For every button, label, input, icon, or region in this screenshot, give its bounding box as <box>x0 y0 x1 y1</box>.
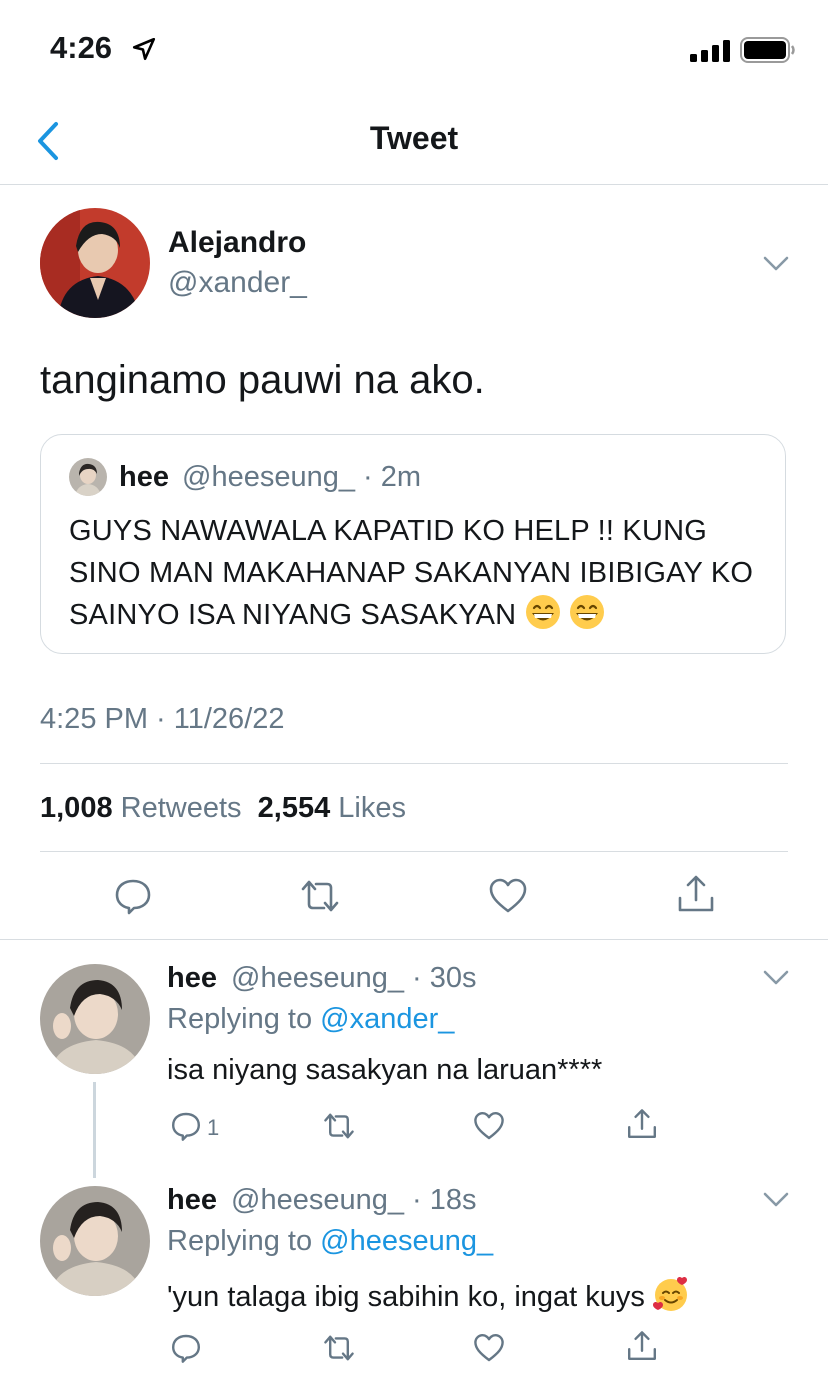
chevron-down-icon[interactable] <box>762 255 790 273</box>
quoted-tweet-text: GUYS NAWAWALA KAPATID KO HELP !! KUNG SI… <box>69 510 769 636</box>
reply-icon[interactable] <box>170 1332 202 1364</box>
stats-divider-bottom <box>40 851 788 852</box>
location-arrow-icon <box>132 37 156 61</box>
smiling-face-with-hearts-icon <box>652 1276 687 1311</box>
replying-to-prefix: Replying to <box>167 1003 313 1035</box>
avatar-hee-small <box>69 458 107 496</box>
likes-count[interactable]: 2,554 <box>258 792 331 824</box>
avatar-hee[interactable] <box>40 1186 150 1296</box>
like-heart-icon[interactable] <box>473 1332 505 1364</box>
chevron-down-icon[interactable] <box>762 1191 790 1209</box>
reply-handle-time[interactable]: @heeseung_ · 18s <box>231 1184 477 1217</box>
reply-icon[interactable] <box>113 876 153 916</box>
replying-to-mention[interactable]: @heeseung_ <box>320 1225 493 1257</box>
page-title: Tweet <box>369 120 459 156</box>
reply-author-name[interactable]: hee <box>167 962 217 995</box>
retweets-label[interactable]: Retweets <box>121 792 242 824</box>
reply-text: isa niyang sasakyan na laruan**** <box>167 1054 603 1086</box>
replying-to-prefix: Replying to <box>167 1225 313 1257</box>
status-time: 4:26 <box>50 30 113 65</box>
reply-author-name[interactable]: hee <box>167 1184 217 1217</box>
quoted-text-content: GUYS NAWAWALA KAPATID KO HELP !! KUNG SI… <box>69 515 754 631</box>
section-divider <box>0 939 828 940</box>
thread-connector-line <box>93 1082 96 1178</box>
reply-icon[interactable] <box>170 1110 202 1142</box>
retweet-icon[interactable] <box>300 876 340 916</box>
replying-to: Replying to @heeseung_ <box>167 1225 493 1258</box>
quoted-author-name: hee <box>119 461 169 493</box>
stats-divider-top <box>40 763 788 764</box>
reply-count: 1 <box>207 1115 220 1140</box>
retweet-icon[interactable] <box>323 1332 355 1364</box>
avatar-alejandro[interactable] <box>40 208 150 318</box>
grinning-emoji-icon <box>569 595 604 629</box>
grinning-emoji-icon <box>525 595 560 629</box>
author-name[interactable]: Alejandro <box>168 226 306 260</box>
cellular-signal-icon <box>690 40 730 62</box>
retweet-icon[interactable] <box>323 1110 355 1142</box>
author-handle[interactable]: @xander_ <box>168 266 307 300</box>
share-icon[interactable] <box>626 1330 658 1362</box>
replying-to: Replying to @xander_ <box>167 1003 454 1036</box>
tweet-stats: 1,008 Retweets 2,554 Likes <box>40 792 406 825</box>
reply-handle-time[interactable]: @heeseung_ · 30s <box>231 962 477 995</box>
tweet-text: tanginamo pauwi na ako. <box>40 358 485 402</box>
tweet-timestamp: 4:25 PM · 11/26/22 <box>40 703 285 735</box>
retweets-count[interactable]: 1,008 <box>40 792 113 824</box>
replying-to-mention[interactable]: @xander_ <box>320 1003 454 1035</box>
battery-icon <box>740 37 795 63</box>
like-heart-icon[interactable] <box>488 876 528 916</box>
reply-text-content: 'yun talaga ibig sabihin ko, ingat kuys <box>167 1281 645 1313</box>
share-icon[interactable] <box>626 1108 658 1140</box>
quoted-handle-time: @heeseung_ · 2m <box>182 461 422 493</box>
like-heart-icon[interactable] <box>473 1110 505 1142</box>
likes-label[interactable]: Likes <box>338 792 406 824</box>
chevron-down-icon[interactable] <box>762 969 790 987</box>
share-icon[interactable] <box>676 874 716 914</box>
avatar-hee[interactable] <box>40 964 150 1074</box>
reply-text: 'yun talaga ibig sabihin ko, ingat kuys <box>167 1276 689 1314</box>
nav-divider <box>0 184 828 185</box>
